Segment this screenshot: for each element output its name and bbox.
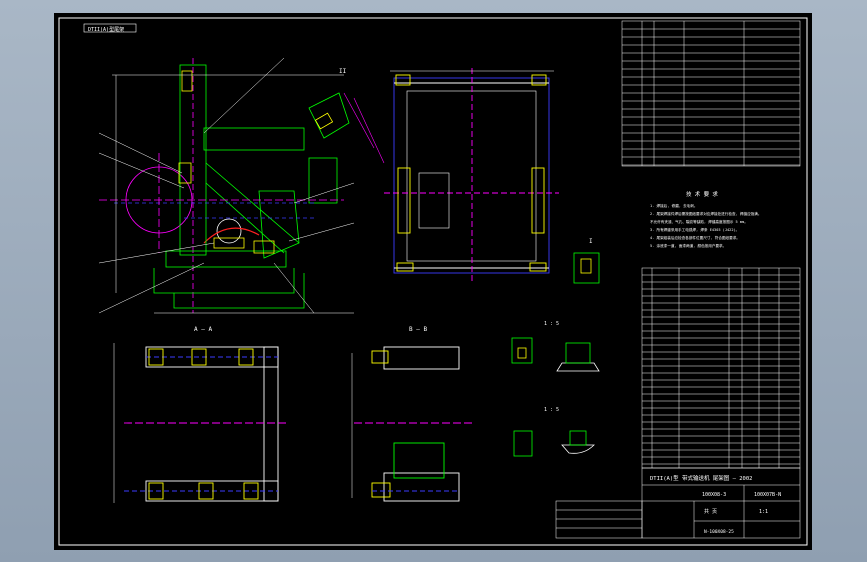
title-scale: 1:1 xyxy=(759,509,768,515)
revision-table xyxy=(621,20,801,167)
front-foot-left xyxy=(396,262,414,272)
notes-line-2: 2. 尾架焊接件焊后需按图纸要求对应焊接处进行检查, 焊缝应饱满。 xyxy=(650,211,761,216)
front-frame-inner xyxy=(406,90,537,262)
section-a-a-label: A — A xyxy=(194,326,212,333)
section-a-a: A — A xyxy=(113,326,289,503)
parts-list-border xyxy=(641,267,801,469)
sheet-border xyxy=(58,17,808,546)
title-material: 共 页 xyxy=(704,508,717,515)
title-small-code: N-100X08-25 xyxy=(704,529,734,535)
front-post-right xyxy=(531,167,545,234)
revision-table-border xyxy=(621,20,801,167)
aa-right-post xyxy=(263,346,279,502)
front-block xyxy=(418,172,450,229)
detail-d-body xyxy=(569,430,587,446)
detail-a-body xyxy=(511,337,533,364)
section-b-b-label: B — B xyxy=(409,326,427,333)
top-cap xyxy=(181,70,193,92)
brace-line-2 xyxy=(205,182,285,254)
drawing-sheet[interactable]: DTII(A)型尾架 II A — A B — B 1: 5 1: 5 I … xyxy=(54,13,812,550)
front-post-left xyxy=(397,167,411,234)
engineering-drawing: DTII(A)型尾架 II A — A B — B 1: 5 1: 5 I … xyxy=(58,17,808,546)
notes-heading: 技 术 要 求 xyxy=(686,190,718,198)
leader-1 xyxy=(98,132,183,174)
parts-list xyxy=(641,267,801,469)
detail-view-ii: II xyxy=(308,68,375,149)
parts-list-rows xyxy=(642,274,800,465)
bb-bottom-block xyxy=(383,472,460,502)
detail-a-bolt xyxy=(517,347,527,359)
front-cap-right xyxy=(531,74,547,86)
notes-line-4: 3. 所有焊缝采用手工电弧焊, 焊条 E4303 (J422)。 xyxy=(650,227,739,232)
front-frame-outer xyxy=(393,77,550,274)
small-details: 1 : 5 1 : 5 I xyxy=(511,238,600,457)
front-foot-right xyxy=(529,262,547,272)
red-arc xyxy=(203,227,260,244)
front-cap-left xyxy=(395,74,411,86)
front-magenta-leader xyxy=(353,97,385,164)
base-outline-2 xyxy=(173,273,305,309)
bb-top-block xyxy=(383,346,460,370)
section-b-b: B — B xyxy=(351,326,474,502)
signature-block-border xyxy=(555,500,643,539)
title-drawing-no-right: 100X07B-N xyxy=(754,492,781,498)
notes-line-3: 不允许有夹渣、气孔、裂纹等缺陷, 焊缝高度按图示 5 mm。 xyxy=(650,219,748,224)
leader-2 xyxy=(98,152,185,189)
top-left-label: DTII(A)型尾架 xyxy=(88,26,124,33)
detail-d-base xyxy=(561,444,595,454)
detail-e-bolt xyxy=(580,258,592,274)
detail-scale-2: 1 : 5 xyxy=(544,407,559,413)
detail-b-base xyxy=(556,362,600,372)
detail-scale-1: 1 : 5 xyxy=(544,321,559,327)
tech-notes: 技 术 要 求 1. 焊接后, 修磨, 去毛刺。 2. 尾架焊接件焊后需按图纸要… xyxy=(650,190,761,248)
side-bracket xyxy=(308,157,338,204)
detail-i-label: I xyxy=(589,238,593,245)
detail-e-body xyxy=(573,252,600,284)
main-side-view xyxy=(98,57,355,314)
top-bracket xyxy=(203,127,305,151)
front-view xyxy=(353,68,559,283)
bb-bottom-insert xyxy=(371,482,391,498)
detail-c-body xyxy=(513,430,533,457)
diagonal-brace xyxy=(258,190,300,259)
leader-4 xyxy=(98,262,205,314)
cad-viewer-background: DTII(A)型尾架 II A — A B — B 1: 5 1: 5 I … xyxy=(0,0,867,562)
base-outline xyxy=(153,268,295,294)
title-main: DTII(A)型 带式输送机 尾架图 — 2002 xyxy=(650,474,752,482)
bb-top-insert xyxy=(371,350,389,364)
leader-6 xyxy=(288,222,355,242)
notes-line-6: 5. 涂底漆一道, 面漆两道, 颜色按用户要求。 xyxy=(650,243,726,248)
notes-line-1: 1. 焊接后, 修磨, 去毛刺。 xyxy=(650,203,698,208)
detail-ii-label: II xyxy=(339,68,347,75)
title-drawing-no-left: 100X08-3 xyxy=(702,492,726,498)
detail-b-body xyxy=(565,342,591,364)
notes-line-5: 4. 尾架组装后应检查各部件位置尺寸, 符合图纸要求。 xyxy=(650,235,740,240)
leader-7 xyxy=(203,57,285,134)
signature-block xyxy=(555,500,643,539)
revision-table-rows xyxy=(622,28,800,166)
